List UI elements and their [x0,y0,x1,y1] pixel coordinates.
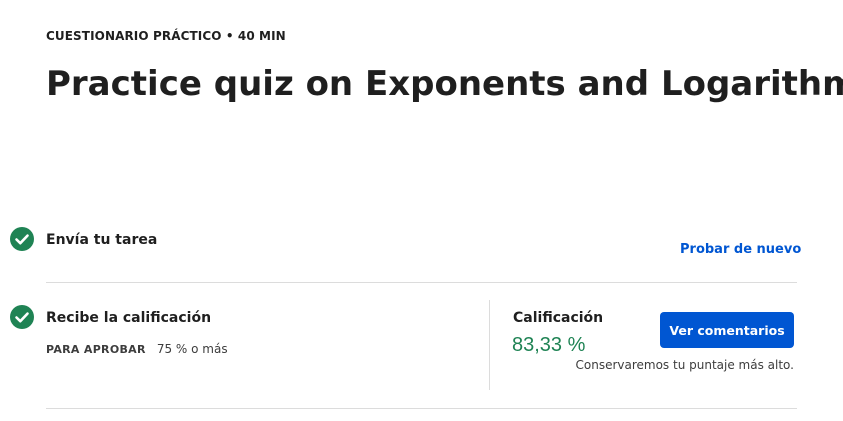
passing-label: PARA APROBAR [46,343,146,356]
submit-step-title: Envía tu tarea [46,232,158,248]
section-divider [46,282,797,283]
highest-score-note: Conservaremos tu puntaje más alto. [575,358,795,372]
check-circle-icon [10,227,34,251]
grade-value: 83,33 % [512,334,586,356]
quiz-type-label: CUESTIONARIO PRÁCTICO • 40 MIN [46,29,286,43]
passing-requirement: PARA APROBAR 75 % o más [46,338,228,357]
check-circle-icon [10,305,34,329]
view-feedback-button[interactable]: Ver comentarios [660,312,794,348]
vertical-divider [489,300,490,390]
page-title: Practice quiz on Exponents and Logarithm… [46,64,843,104]
grade-label: Calificación [513,310,604,326]
passing-value: 75 % o más [156,342,228,356]
try-again-link[interactable]: Probar de nuevo [680,242,801,257]
section-divider [46,408,797,409]
grade-step-title: Recibe la calificación [46,310,212,326]
